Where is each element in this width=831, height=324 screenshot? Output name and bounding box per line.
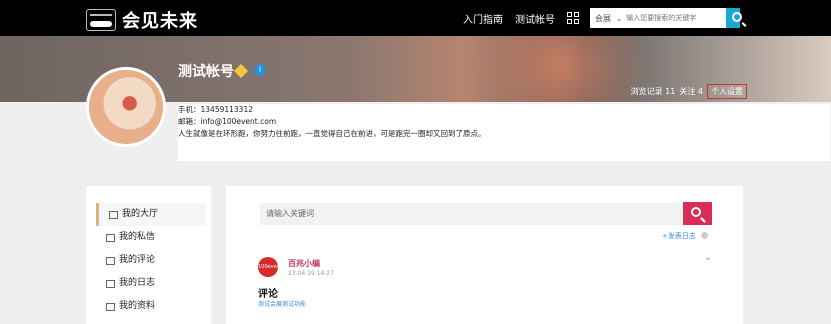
post-author-name[interactable]: 百兆小编 bbox=[288, 258, 320, 269]
browse-history-link[interactable]: 浏览记录 11 bbox=[631, 86, 676, 97]
site-logo[interactable]: 会见未来 bbox=[86, 7, 198, 33]
search-icon bbox=[732, 12, 743, 22]
email-text: 邮箱：info@100event.com bbox=[178, 117, 277, 126]
bio-text: 人生就像是在环形跑，你努力往前跑，一直觉得自己在前进，可是跑完一圈却又回到了原点… bbox=[178, 129, 486, 138]
menu-item-comments[interactable]: 我的评论 bbox=[96, 249, 206, 272]
keyword-search-input[interactable]: 请输入关键词 bbox=[260, 203, 687, 225]
top-navigation-bar: 会见未来 入门指南 测试帐号 会展 ⌄ bbox=[0, 0, 831, 36]
profile-icon bbox=[106, 302, 115, 311]
guide-link[interactable]: 入门指南 bbox=[463, 11, 503, 26]
menu-item-lobby[interactable]: 我的大厅 bbox=[96, 203, 206, 226]
chevron-down-icon[interactable]: ⌄ bbox=[616, 14, 623, 23]
global-search: 会展 ⌄ bbox=[590, 8, 743, 28]
search-icon bbox=[691, 207, 701, 217]
home-icon bbox=[109, 210, 118, 219]
post-link[interactable]: 测试会展测试功能 bbox=[258, 299, 306, 308]
profile-avatar[interactable] bbox=[86, 67, 166, 147]
menu-item-logs[interactable]: 我的日志 bbox=[96, 272, 206, 295]
profile-name: 测试帐号 bbox=[178, 64, 234, 80]
main-content-panel: 请输入关键词 +发表日志 100event 百兆小编 23.04.19 14:2… bbox=[226, 186, 743, 324]
comment-icon bbox=[106, 256, 115, 265]
top-links: 入门指南 测试帐号 bbox=[463, 0, 579, 36]
post-time: 23.04.19 14:27 bbox=[288, 270, 334, 277]
keyword-search-button[interactable] bbox=[683, 202, 712, 225]
left-menu-panel: 我的大厅 我的私信 我的评论 我的日志 我的资料 bbox=[86, 186, 211, 324]
menu-label: 我的日志 bbox=[119, 278, 156, 288]
global-search-input[interactable] bbox=[622, 14, 727, 22]
menu-label: 我的私信 bbox=[119, 232, 156, 242]
logo-text: 会见未来 bbox=[122, 11, 198, 32]
follow-link[interactable]: 关注 4 bbox=[679, 86, 703, 97]
post-log-button[interactable]: +发表日志 bbox=[662, 231, 708, 241]
post-title: 评论 bbox=[258, 289, 278, 300]
info-icon bbox=[700, 232, 708, 239]
account-link[interactable]: 测试帐号 bbox=[515, 11, 555, 26]
logo-mark-icon bbox=[86, 9, 116, 31]
phone-text: 手机：13459113312 bbox=[178, 105, 253, 114]
post-log-label: +发表日志 bbox=[662, 232, 696, 240]
search-scope-select[interactable]: 会展 bbox=[590, 13, 616, 24]
search-button[interactable] bbox=[726, 8, 743, 28]
post-author-avatar[interactable]: 100event bbox=[258, 257, 282, 277]
personal-settings-button[interactable]: 个人设置 bbox=[707, 84, 747, 99]
menu-label: 我的大厅 bbox=[122, 209, 159, 219]
menu-item-messages[interactable]: 我的私信 bbox=[96, 226, 206, 249]
profile-stats: 浏览记录 11 关注 4 个人设置 bbox=[631, 84, 747, 99]
chevron-down-icon[interactable]: ⌄ bbox=[704, 252, 712, 263]
log-icon bbox=[106, 279, 115, 288]
menu-label: 我的资料 bbox=[119, 301, 156, 311]
profile-info: 手机：13459113312 邮箱：info@100event.com 人生就像… bbox=[178, 104, 830, 161]
menu-item-profile[interactable]: 我的资料 bbox=[96, 295, 206, 318]
verified-badge-icon: i bbox=[254, 64, 266, 76]
menu-label: 我的评论 bbox=[119, 255, 156, 265]
message-icon bbox=[106, 233, 115, 242]
grid-icon[interactable] bbox=[567, 12, 579, 24]
